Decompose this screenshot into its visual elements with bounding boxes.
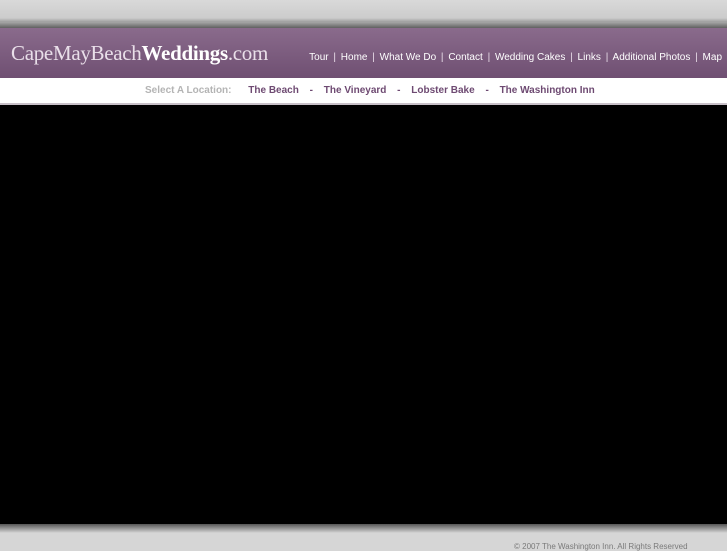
location-bar: Select A Location: The Beach - The Viney…	[0, 78, 727, 105]
logo-part-weddings: Weddings	[141, 41, 229, 65]
nav-link-map[interactable]: Map	[703, 52, 722, 63]
location-link-the-beach[interactable]: The Beach	[248, 85, 299, 96]
location-separator: -	[309, 85, 313, 96]
location-link-the-washington-inn[interactable]: The Washington Inn	[500, 85, 595, 96]
nav-link-home[interactable]: Home	[341, 52, 368, 63]
top-navigation: Tour | Home | What We Do | Contact | Wed…	[309, 52, 722, 63]
site-header: CapeMayBeachWeddings.com Tour | Home | W…	[0, 28, 727, 78]
nav-link-what-we-do[interactable]: What We Do	[380, 52, 437, 63]
location-link-the-vineyard[interactable]: The Vineyard	[324, 85, 387, 96]
nav-separator: |	[333, 52, 336, 63]
logo-part-com: .com	[227, 41, 269, 65]
location-link-lobster-bake[interactable]: Lobster Bake	[411, 85, 474, 96]
top-shadow	[0, 18, 727, 28]
page-footer: © 2007 The Washington Inn. All Rights Re…	[0, 533, 727, 551]
nav-separator: |	[440, 52, 444, 63]
copyright-text: © 2007 The Washington Inn. All Rights Re…	[514, 542, 688, 551]
nav-separator: |	[605, 52, 609, 63]
location-separator: -	[485, 85, 489, 96]
site-logo[interactable]: CapeMayBeachWeddings.com	[11, 41, 268, 66]
nav-link-wedding-cakes[interactable]: Wedding Cakes	[495, 52, 565, 63]
nav-separator: |	[487, 52, 491, 63]
location-label: Select A Location:	[145, 85, 232, 96]
main-media-area	[0, 105, 727, 524]
nav-separator: |	[372, 52, 375, 63]
location-selector: Select A Location: The Beach - The Viney…	[145, 85, 595, 96]
nav-link-tour[interactable]: Tour	[309, 52, 328, 63]
logo-part-capemaybeach: CapeMayBeach	[11, 41, 142, 65]
nav-link-links[interactable]: Links	[578, 52, 601, 63]
bottom-shadow	[0, 524, 727, 533]
nav-separator: |	[570, 52, 573, 63]
nav-link-contact[interactable]: Contact	[448, 52, 482, 63]
nav-link-additional-photos[interactable]: Additional Photos	[613, 52, 691, 63]
nav-separator: |	[695, 52, 698, 63]
location-separator: -	[397, 85, 401, 96]
